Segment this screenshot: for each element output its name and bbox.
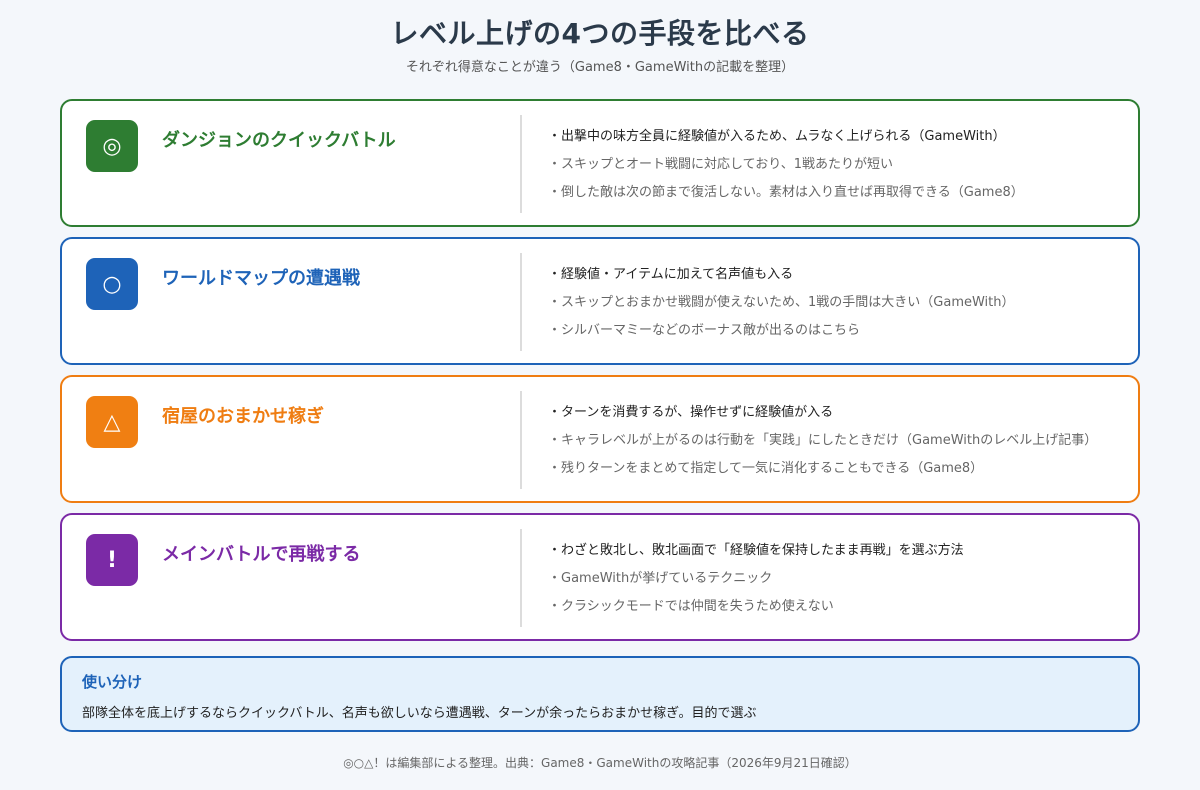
method-card-inn: △ 宿屋のおまかせ稼ぎ ターンを消費するが、操作せずに経験値が入る キャラレベル… xyxy=(60,375,1140,503)
method-point: わざと敗北し、敗北画面で「経験値を保持したまま再戦」を選ぶ方法 xyxy=(548,537,964,565)
method-point: シルバーマミーなどのボーナス敵が出るのはこちら xyxy=(548,317,1015,345)
method-name: 宿屋のおまかせ稼ぎ xyxy=(162,406,324,427)
method-point: スキップとオート戦闘に対応しており、1戦あたりが短い xyxy=(548,151,1024,179)
summary-box: 使い分け 部隊全体を底上げするならクイックバトル、名声も欲しいなら遭遇戦、ターン… xyxy=(60,656,1140,732)
double-circle-icon: ◎ xyxy=(86,120,138,172)
method-card-world-map: ○ ワールドマップの遭遇戦 経験値・アイテムに加えて名声値も入る スキップとおま… xyxy=(60,237,1140,365)
method-point: キャラレベルが上がるのは行動を「実践」にしたときだけ（GameWithのレベル上… xyxy=(548,427,1097,455)
method-point: 倒した敵は次の節まで復活しない。素材は入り直せば再取得できる（Game8） xyxy=(548,179,1024,207)
method-points: わざと敗北し、敗北画面で「経験値を保持したまま再戦」を選ぶ方法 GameWith… xyxy=(548,537,964,621)
method-name: メインバトルで再戦する xyxy=(162,544,361,565)
divider xyxy=(520,391,522,489)
exclamation-icon: ! xyxy=(86,534,138,586)
method-name: ダンジョンのクイックバトル xyxy=(162,130,396,151)
method-card-quick-battle: ◎ ダンジョンのクイックバトル 出撃中の味方全員に経験値が入るため、ムラなく上げ… xyxy=(60,99,1140,227)
method-point: 残りターンをまとめて指定して一気に消化することもできる（Game8） xyxy=(548,455,1097,483)
method-point: 出撃中の味方全員に経験値が入るため、ムラなく上げられる（GameWith） xyxy=(548,123,1024,151)
method-card-main-battle: ! メインバトルで再戦する わざと敗北し、敗北画面で「経験値を保持したまま再戦」… xyxy=(60,513,1140,641)
summary-title: 使い分け xyxy=(82,673,143,691)
circle-icon: ○ xyxy=(86,258,138,310)
divider xyxy=(520,253,522,351)
method-points: 経験値・アイテムに加えて名声値も入る スキップとおまかせ戦闘が使えないため、1戦… xyxy=(548,261,1015,345)
page-subtitle: それぞれ得意なことが違う（Game8・GameWithの記載を整理） xyxy=(405,60,795,75)
summary-body: 部隊全体を底上げするならクイックバトル、名声も欲しいなら遭遇戦、ターンが余ったら… xyxy=(82,706,757,721)
footer-note: ◎○△！は編集部による整理。出典：Game8・GameWithの攻略記事（202… xyxy=(343,756,857,770)
page-title: レベル上げの4つの手段を比べる xyxy=(390,17,810,50)
method-point: 経験値・アイテムに加えて名声値も入る xyxy=(548,261,1015,289)
divider xyxy=(520,115,522,213)
page: レベル上げの4つの手段を比べる それぞれ得意なことが違う（Game8・GameW… xyxy=(0,0,1200,790)
method-point: ターンを消費するが、操作せずに経験値が入る xyxy=(548,399,1097,427)
method-point: GameWithが挙げているテクニック xyxy=(548,565,964,593)
triangle-icon: △ xyxy=(86,396,138,448)
method-points: ターンを消費するが、操作せずに経験値が入る キャラレベルが上がるのは行動を「実践… xyxy=(548,399,1097,483)
method-point: クラシックモードでは仲間を失うため使えない xyxy=(548,593,964,621)
divider xyxy=(520,529,522,627)
method-name: ワールドマップの遭遇戦 xyxy=(162,268,360,289)
method-point: スキップとおまかせ戦闘が使えないため、1戦の手間は大きい（GameWith） xyxy=(548,289,1015,317)
method-points: 出撃中の味方全員に経験値が入るため、ムラなく上げられる（GameWith） スキ… xyxy=(548,123,1024,207)
